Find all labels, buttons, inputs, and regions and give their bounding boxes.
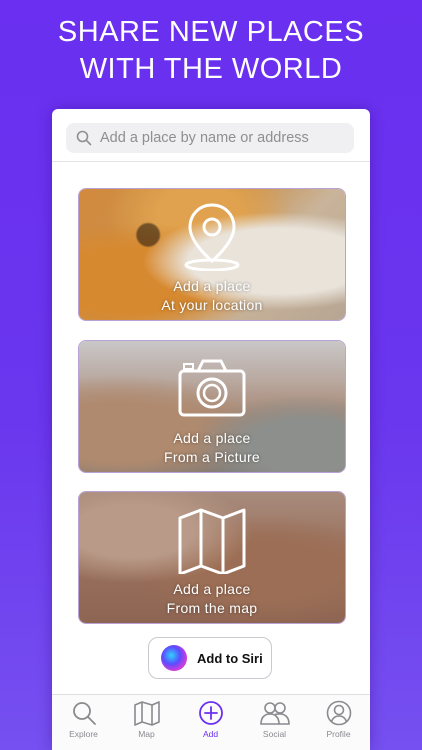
siri-icon [161, 645, 187, 671]
card-subtitle: From a Picture [164, 449, 260, 465]
people-icon [259, 702, 290, 725]
map-icon [178, 508, 246, 574]
headline-line-1: SHARE NEW PLACES [57, 16, 365, 48]
person-icon [326, 700, 351, 726]
add-place-at-location-card[interactable]: Add a place At your location [78, 188, 346, 321]
tab-map[interactable]: Map [115, 695, 178, 750]
tab-explore[interactable]: Explore [52, 695, 115, 750]
search-icon [76, 130, 92, 146]
phone-screen: Add a place by name or address Add a pla… [52, 109, 370, 750]
add-place-from-map-card[interactable]: Add a place From the map [78, 491, 346, 624]
card-title: Add a place [173, 581, 251, 597]
card-title: Add a place [173, 430, 251, 446]
add-to-siri-label: Add to Siri [197, 650, 263, 666]
search-icon [72, 702, 96, 725]
search-input[interactable]: Add a place by name or address [66, 123, 354, 153]
tab-profile[interactable]: Profile [307, 695, 370, 750]
add-circle-icon [198, 701, 223, 725]
headline: SHARE NEW PLACES WITH THE WORLD [0, 14, 422, 88]
tab-label: Map [138, 729, 155, 739]
card-title: Add a place [173, 278, 251, 294]
tab-label: Add [202, 729, 219, 739]
map-icon [133, 701, 160, 726]
card-subtitle: From the map [166, 600, 258, 616]
card-subtitle: At your location [161, 297, 263, 313]
tab-social[interactable]: Social [243, 695, 306, 750]
add-to-siri-button[interactable]: Add to Siri [148, 637, 272, 679]
camera-icon [178, 359, 246, 417]
headline-line-2: WITH THE WORLD [79, 53, 343, 85]
location-pin-icon [184, 203, 240, 271]
divider [52, 161, 370, 162]
add-place-from-picture-card[interactable]: Add a place From a Picture [78, 340, 346, 473]
search-placeholder: Add a place by name or address [100, 130, 309, 146]
tab-label: Explore [69, 729, 98, 739]
tab-label: Social [262, 729, 287, 739]
tab-add[interactable]: Add [179, 695, 242, 750]
tab-bar: Explore Map Add Social Profile [52, 694, 370, 750]
tab-label: Profile [326, 729, 351, 739]
